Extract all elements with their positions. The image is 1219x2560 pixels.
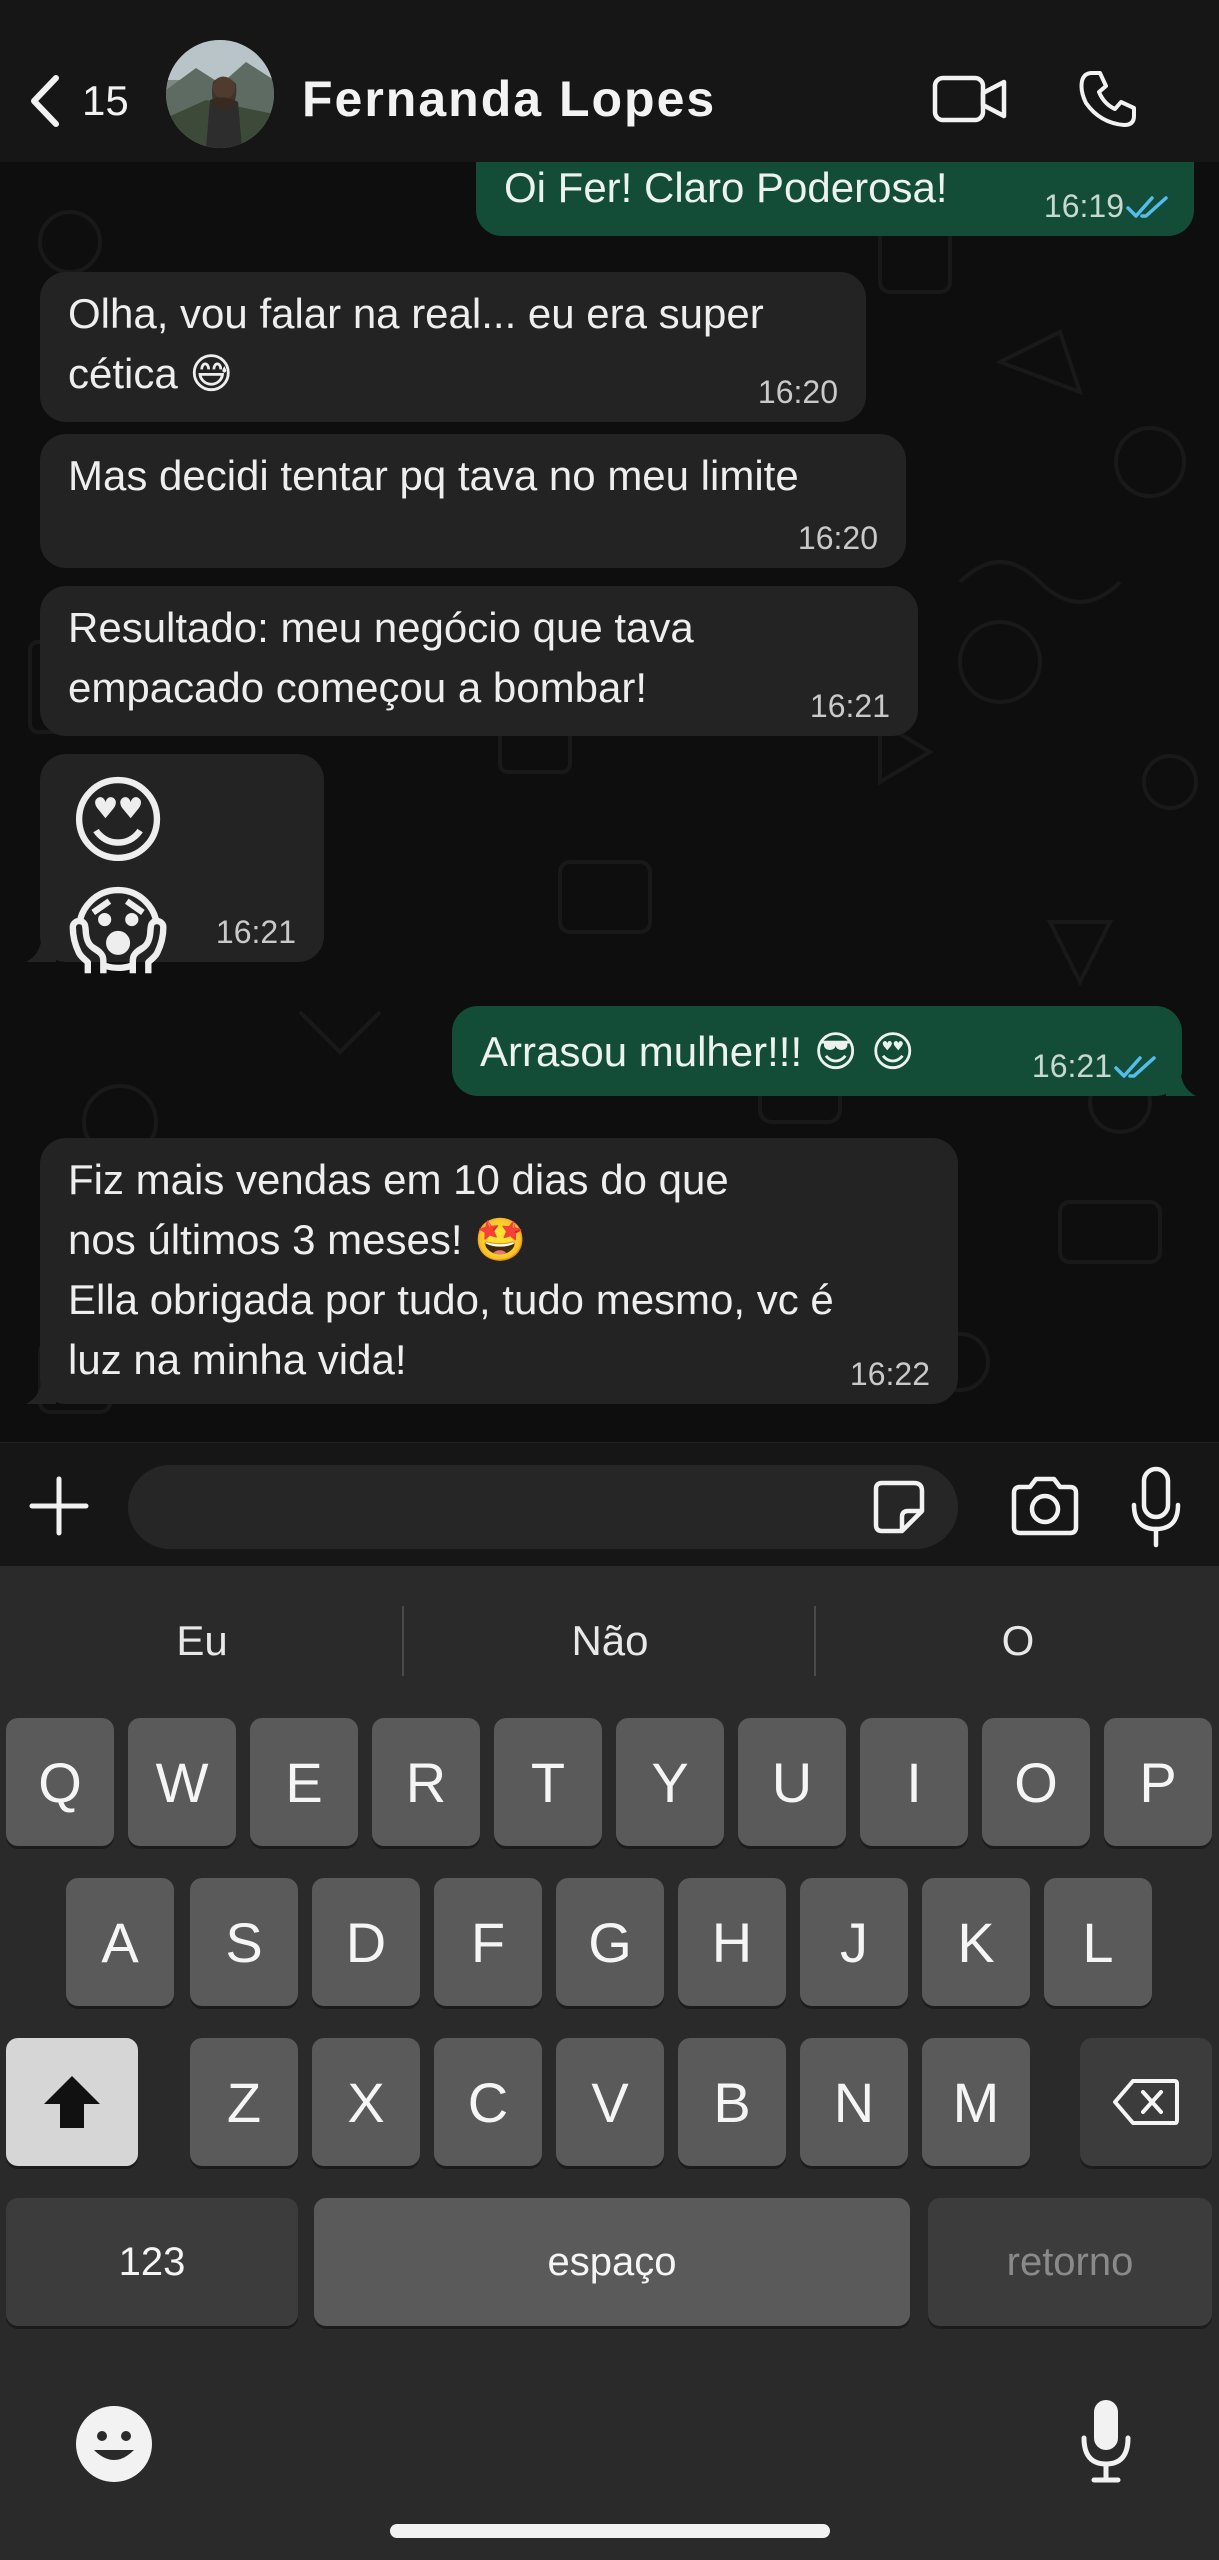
emoji-keyboard-icon[interactable] (74, 2404, 154, 2484)
voice-call-button[interactable] (1076, 66, 1140, 132)
key[interactable]: S (190, 1878, 298, 2006)
key[interactable]: I (860, 1718, 968, 1846)
message-list[interactable]: Oi Fer! Claro Poderosa! 16:19 Olha, vou … (0, 162, 1219, 1442)
key[interactable]: D (312, 1878, 420, 2006)
message-text: Mas decidi tentar pq tava no meu limite (68, 452, 799, 499)
numbers-key[interactable]: 123 (6, 2198, 298, 2326)
key[interactable]: R (372, 1718, 480, 1846)
suggestion[interactable]: Eu (0, 1606, 404, 1676)
message-text: Oi Fer! Claro Poderosa! (504, 164, 948, 211)
phone-call-icon (1079, 71, 1136, 127)
star-struck-emoji: 🤩 (474, 1215, 527, 1264)
video-call-icon (932, 75, 1007, 123)
key[interactable]: N (800, 2038, 908, 2166)
message-incoming-emoji[interactable]: 😍 😱 16:21 (26, 754, 324, 986)
shift-key[interactable] (6, 2038, 138, 2166)
suggestion-divider (402, 1606, 404, 1676)
key[interactable]: J (800, 1878, 908, 2006)
bubble-tail (1166, 1066, 1196, 1096)
message-time: 16:21 (809, 688, 890, 724)
sticker-icon[interactable] (866, 1475, 930, 1539)
key[interactable]: B (678, 2038, 786, 2166)
message-outgoing[interactable]: Oi Fer! Claro Poderosa! 16:19 (476, 162, 1194, 236)
predictive-bar: Eu Não O (0, 1566, 1219, 1716)
contact-avatar[interactable] (166, 40, 274, 148)
key[interactable]: Y (616, 1718, 724, 1846)
unread-count: 15 (82, 77, 129, 124)
keyboard: Eu Não O Q W E R T Y U I O P A S D F G H… (0, 1566, 1219, 2560)
camera-icon[interactable] (1008, 1473, 1082, 1539)
back-button[interactable]: 15 (26, 66, 136, 136)
message-incoming[interactable]: Olha, vou falar na real... eu era super … (40, 272, 866, 422)
back-chevron-icon (31, 75, 59, 127)
key[interactable]: T (494, 1718, 602, 1846)
read-receipt-icon (1114, 1056, 1156, 1078)
key[interactable]: O (982, 1718, 1090, 1846)
message-incoming[interactable]: Mas decidi tentar pq tava no meu limite … (40, 434, 906, 568)
key[interactable]: E (250, 1718, 358, 1846)
message-time: 16:20 (797, 520, 878, 556)
message-input[interactable] (128, 1465, 958, 1549)
space-key[interactable]: espaço (314, 2198, 910, 2326)
key[interactable]: L (1044, 1878, 1152, 2006)
shift-arrow-icon (44, 2076, 100, 2128)
suggestion[interactable]: O (816, 1606, 1219, 1676)
video-call-button[interactable] (932, 66, 1008, 132)
message-emoji: 😍 😱 (68, 765, 169, 987)
key[interactable]: V (556, 2038, 664, 2166)
bubble-tail (26, 1374, 56, 1404)
home-indicator[interactable] (390, 2524, 830, 2538)
key[interactable]: A (66, 1878, 174, 2006)
contact-name[interactable]: Fernanda Lopes (302, 70, 716, 128)
message-time: 16:20 (757, 374, 838, 410)
message-incoming[interactable]: Resultado: meu negócio que tava empacado… (40, 586, 918, 736)
key[interactable]: H (678, 1878, 786, 2006)
message-text-line: empacado começou a bombar! (68, 664, 647, 711)
message-text-line: Olha, vou falar na real... eu era super (68, 290, 764, 337)
key[interactable]: W (128, 1718, 236, 1846)
sweat-smile-emoji: 😅 (189, 349, 234, 398)
message-text-line: luz na minha vida! (68, 1336, 407, 1383)
message-text: Arrasou mulher!!! (480, 1028, 803, 1075)
key[interactable]: M (922, 2038, 1030, 2166)
return-key[interactable]: retorno (928, 2198, 1212, 2326)
key[interactable]: Q (6, 1718, 114, 1846)
message-text-line: Fiz mais vendas em 10 dias do que (68, 1156, 729, 1203)
key[interactable]: P (1104, 1718, 1212, 1846)
message-time: 16:22 (849, 1356, 930, 1392)
read-receipt-icon (1126, 196, 1168, 218)
key[interactable]: K (922, 1878, 1030, 2006)
message-text-line: nos últimos 3 meses! (68, 1216, 463, 1263)
key[interactable]: Z (190, 2038, 298, 2166)
plus-icon[interactable] (26, 1473, 92, 1539)
suggestion[interactable]: Não (408, 1606, 812, 1676)
message-time: 16:21 (1031, 1048, 1112, 1084)
chat-header: 15 Fernanda Lopes (0, 0, 1219, 162)
backspace-key[interactable] (1080, 2038, 1212, 2166)
bubble-tail (26, 932, 56, 962)
key[interactable]: F (434, 1878, 542, 2006)
message-outgoing[interactable]: Arrasou mulher!!! 😎 😍 16:21 (452, 1006, 1196, 1096)
message-incoming[interactable]: Fiz mais vendas em 10 dias do que nos úl… (26, 1138, 958, 1404)
dictation-microphone-icon[interactable] (1076, 2396, 1136, 2486)
message-text-line: Ella obrigada por tudo, tudo mesmo, vc é (68, 1276, 834, 1323)
backspace-icon (1113, 2079, 1179, 2125)
key[interactable]: U (738, 1718, 846, 1846)
key[interactable]: G (556, 1878, 664, 2006)
message-text-line: cética (68, 350, 178, 397)
key[interactable]: X (312, 2038, 420, 2166)
message-time: 16:19 (1043, 188, 1124, 224)
sunglasses-heart-eyes-emoji: 😎 😍 (813, 1027, 915, 1076)
message-time: 16:21 (215, 914, 296, 950)
composer-bar (0, 1442, 1219, 1566)
key[interactable]: C (434, 2038, 542, 2166)
message-text-line: Resultado: meu negócio que tava (68, 604, 694, 651)
microphone-icon[interactable] (1126, 1465, 1186, 1549)
